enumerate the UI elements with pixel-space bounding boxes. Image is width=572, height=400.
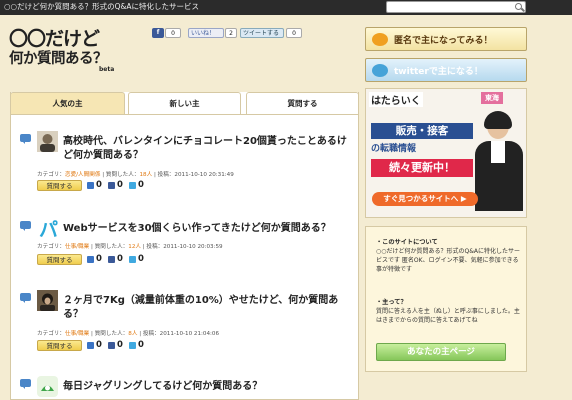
info-heading: ・このサイトについて [376,239,438,246]
hatena-count: 0 [96,340,102,350]
facebook-icon[interactable] [108,182,115,189]
banner-label: 匿名で主になってみる！ [394,36,493,46]
info-text: 質問に答える人を主（ぬし）と呼ぶ事にしました。主はきまでからの質問に答えてあげて… [376,308,520,324]
meta-label: | 質問した人： [89,244,129,250]
tab-popular[interactable]: 人気の主 [10,92,125,114]
question-title[interactable]: 高校時代、バレンタインにチョコレート20個貰ったことあるけど何か質問ある？ [63,135,355,163]
twitter-bird-icon [372,64,388,77]
ad-person-image [471,111,526,217]
banner-label: twitterで主になる！ [394,67,483,77]
meta-label: カテゴリ： [37,331,65,337]
category-link[interactable]: 恋愛/人間関係 [65,172,100,178]
ad-brand: はたらいく [369,92,423,107]
anonymous-host-banner[interactable]: 匿名で主になってみる！ [365,27,527,51]
speech-bubble-icon [20,221,31,231]
twitter-icon[interactable] [129,256,136,263]
question-item: 毎日ジャグリングしてるけど何か質問ある？ [20,376,350,400]
tab-divider [10,114,359,115]
bird-icon [372,33,388,46]
question-meta: カテゴリ：恋愛/人間関係 | 質問した人：18人 | 投稿：2011-10-10… [37,170,234,178]
meta-label: | 質問した人： [100,172,140,178]
twitter-count: 0 [138,180,144,190]
hatena-icon[interactable] [87,182,94,189]
facebook-count: 0 [117,340,123,350]
twitter-host-banner[interactable]: twitterで主になる！ [365,58,527,82]
beta-label: beta [99,66,115,73]
facebook-count: 0 [117,254,123,264]
tweet-button[interactable]: ツイートする [240,28,284,38]
top-bar: ○○だけど何か質問ある？形式のQ&Aに特化したサービス [0,0,572,15]
avatar[interactable] [37,131,58,152]
post-date: | 投稿：2011-10-10 20:31:49 [152,172,234,178]
site-tagline: ○○だけど何か質問ある？形式のQ&Aに特化したサービス [4,2,199,11]
question-title[interactable]: 毎日ジャグリングしてるけど何か質問ある？ [63,380,355,394]
hatena-count: 0 [96,180,102,190]
like-count: 2 [225,28,237,38]
speech-bubble-icon [20,134,31,144]
category-link[interactable]: 仕事/職業 [65,331,89,337]
share-counts: 0 0 0 [87,340,167,351]
search-input[interactable] [386,1,526,13]
question-meta: カテゴリ：仕事/職業 | 質問した人：12人 | 投稿：2011-10-10 2… [37,242,223,250]
twitter-count: 0 [138,340,144,350]
asker-count: 12人 [128,244,141,250]
tab-new[interactable]: 新しい主 [128,92,241,114]
question-item: パ Webサービスを30個くらい作ってきたけど何か質問ある？ カテゴリ：仕事/職… [20,218,350,268]
logo-line-2: 何か質問ある？ [9,51,108,67]
search-icon[interactable] [515,3,522,10]
avatar[interactable] [37,290,58,311]
question-item: ２ヶ月で7Kg（減量前体重の10%）やせたけど、何か質問ある？ カテゴリ：仕事/… [20,290,350,354]
question-item: 高校時代、バレンタインにチョコレート20個貰ったことあるけど何か質問ある？ カテ… [20,131,350,191]
meta-label: | 質問した人： [89,331,129,337]
tweet-count: 0 [286,28,302,38]
post-date: | 投稿：2011-10-10 21:04:06 [137,331,220,337]
meta-label: カテゴリ： [37,244,65,250]
share-counts: 0 0 0 [87,254,167,265]
ask-button[interactable]: 質問する [37,340,82,351]
meta-label: カテゴリ： [37,172,65,178]
question-title[interactable]: ２ヶ月で7Kg（減量前体重の10%）やせたけど、何か質問ある？ [63,294,355,322]
job-advertisement[interactable]: はたらいく 東海 販売・接客 の転職情報 続々更新中！ すぐ見つかるサイトへ ▶ [365,88,527,218]
facebook-count: 0 [117,180,123,190]
ad-tagline: 続々更新中！ [371,159,473,177]
info-heading: ・主って？ [376,299,407,306]
svg-text:パ: パ [39,219,58,239]
question-meta: カテゴリ：仕事/職業 | 質問した人：8人 | 投稿：2011-10-10 21… [37,329,219,337]
ad-region-badge: 東海 [481,92,503,104]
facebook-share-count: 0 [165,28,181,38]
like-button[interactable]: いいね！ [188,28,224,38]
avatar[interactable]: パ [37,218,58,239]
ask-button[interactable]: 質問する [37,254,82,265]
twitter-count: 0 [138,254,144,264]
category-link[interactable]: 仕事/職業 [65,244,89,250]
tab-ask[interactable]: 質問する [246,92,359,114]
twitter-icon[interactable] [129,342,136,349]
share-counts: 0 0 0 [87,180,167,191]
avatar[interactable] [37,376,58,397]
speech-bubble-icon [20,379,31,389]
hatena-icon[interactable] [87,256,94,263]
hatena-count: 0 [96,254,102,264]
site-logo[interactable]: 〇〇だけど 何か質問ある？ beta [9,24,114,73]
asker-count: 18人 [139,172,153,178]
ad-cta-button[interactable]: すぐ見つかるサイトへ ▶ [372,192,478,206]
facebook-icon[interactable] [108,342,115,349]
twitter-icon[interactable] [129,182,136,189]
facebook-share-button[interactable]: f [152,28,164,38]
post-date: | 投稿：2011-10-10 20:03:59 [140,244,223,250]
ad-headline: 販売・接客 [371,123,473,139]
info-text: ○○だけど何か質問ある？形式のQ&Aに特化したサービスです 匿名OK、ログイン不… [376,248,520,273]
ask-button[interactable]: 質問する [37,180,82,191]
question-title[interactable]: Webサービスを30個くらい作ってきたけど何か質問ある？ [63,222,355,236]
speech-bubble-icon [20,293,31,303]
my-page-button[interactable]: あなたの主ページ [376,343,506,361]
hatena-icon[interactable] [87,342,94,349]
ad-subheadline: の転職情報 [371,144,417,154]
facebook-icon[interactable] [108,256,115,263]
